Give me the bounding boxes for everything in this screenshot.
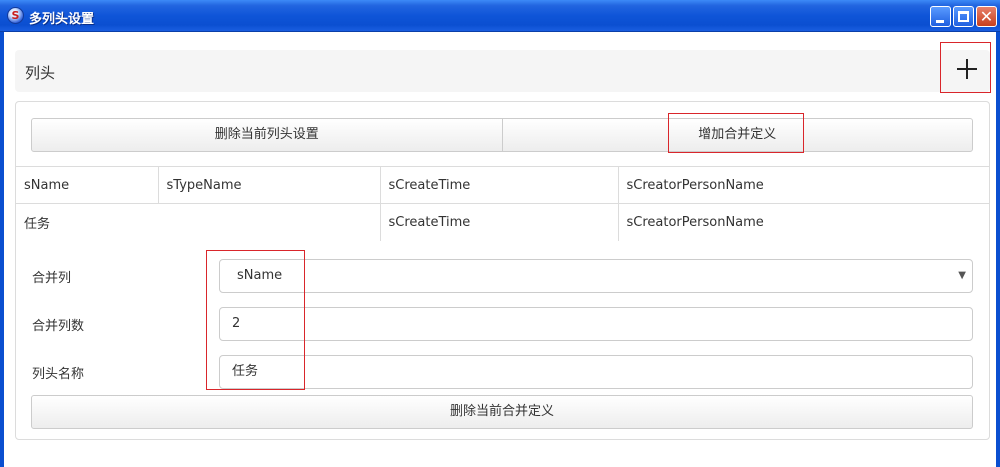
app-icon: S xyxy=(7,7,24,24)
window-titlebar: S 多列头设置 ✕ xyxy=(0,0,1000,32)
minimize-button[interactable] xyxy=(930,6,951,27)
section-header: 列头 xyxy=(15,50,990,92)
window-frame-right xyxy=(996,32,1000,467)
header-name-input[interactable]: 任务 xyxy=(219,355,973,389)
merge-column-label: 合并列 xyxy=(32,271,72,286)
table-cell: sCreatorPersonName xyxy=(617,166,989,204)
merge-count-label: 合并列数 xyxy=(32,319,85,334)
window-title: 多列头设置 xyxy=(29,12,95,27)
add-header-button[interactable] xyxy=(940,42,991,93)
chevron-down-icon: ▼ xyxy=(958,270,966,281)
close-icon: ✕ xyxy=(979,7,994,26)
close-button[interactable]: ✕ xyxy=(976,6,997,27)
window-frame-left xyxy=(0,32,4,467)
delete-header-button[interactable]: 删除当前列头设置 xyxy=(32,119,502,151)
maximize-button[interactable] xyxy=(953,6,974,27)
table-cell: sTypeName xyxy=(157,166,380,204)
maximize-icon xyxy=(958,11,969,22)
minimize-icon xyxy=(936,20,944,23)
delete-merge-button[interactable]: 删除当前合并定义 xyxy=(31,395,973,429)
table-row: 任务 sCreateTime sCreatorPersonName xyxy=(16,203,989,241)
merge-count-row: 合并列数 2 xyxy=(31,307,973,341)
merge-column-row: 合并列 sName ▼ xyxy=(31,259,973,293)
table-cell: sCreateTime xyxy=(379,203,618,241)
action-bar: 删除当前列头设置 增加合并定义 xyxy=(31,118,973,152)
merge-count-input[interactable]: 2 xyxy=(219,307,973,341)
table-cell: 任务 xyxy=(16,203,380,241)
header-settings-panel: 删除当前列头设置 增加合并定义 sName sTypeName sCreateT… xyxy=(15,101,990,440)
table-cell: sName xyxy=(16,166,158,204)
header-name-label: 列头名称 xyxy=(32,367,85,382)
section-title: 列头 xyxy=(25,64,56,82)
merge-column-value: sName xyxy=(237,268,283,283)
merge-column-select[interactable]: sName ▼ xyxy=(219,259,973,293)
table-cell: sCreateTime xyxy=(379,166,618,204)
add-merge-button[interactable]: 增加合并定义 xyxy=(501,119,973,151)
header-name-row: 列头名称 任务 xyxy=(31,355,973,389)
table-cell: sCreatorPersonName xyxy=(617,203,989,241)
header-preview-table: sName sTypeName sCreateTime sCreatorPers… xyxy=(16,166,989,241)
table-row: sName sTypeName sCreateTime sCreatorPers… xyxy=(16,166,989,204)
